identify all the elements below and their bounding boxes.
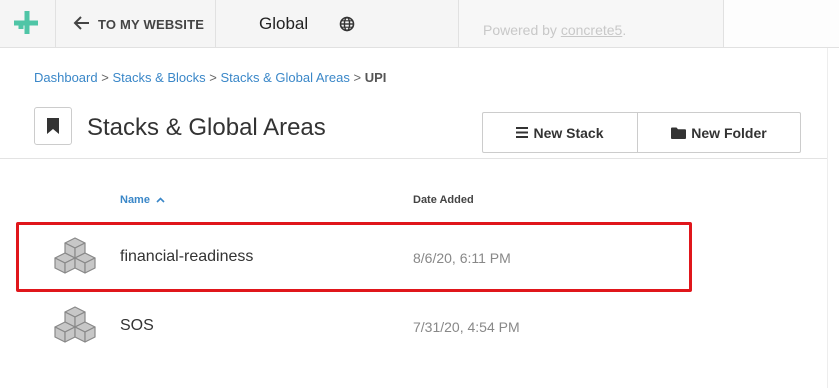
concrete5-link[interactable]: concrete5 [561,22,622,38]
new-stack-label: New Stack [533,124,604,141]
scrollbar-track[interactable] [827,48,839,388]
breadcrumb-dashboard[interactable]: Dashboard [34,70,98,85]
toolbar-right-area [724,0,839,47]
header-divider [0,158,827,159]
table-row[interactable]: SOS 7/31/20, 4:54 PM [0,291,827,359]
column-header-name[interactable]: Name [120,194,165,206]
breadcrumb-stacks-global-areas[interactable]: Stacks & Global Areas [221,70,350,85]
header-actions: New Stack New Folder [482,112,801,153]
powered-by-suffix: . [622,22,627,38]
globe-icon [339,16,355,32]
to-my-website-button[interactable]: TO MY WEBSITE [56,0,216,47]
column-header-name-label: Name [120,194,150,206]
bookmark-icon [47,118,59,134]
plus-logo-icon [14,11,38,34]
powered-by-prefix: Powered by [483,22,561,38]
concrete5-logo[interactable] [0,0,56,47]
stack-name[interactable]: financial-readiness [120,248,253,266]
folder-icon [671,127,687,139]
list-icon [516,127,529,138]
breadcrumb-separator: > [209,70,217,85]
to-my-website-label: TO MY WEBSITE [98,17,205,32]
breadcrumb-separator: > [101,70,109,85]
powered-by-text: Powered by concrete5. [483,22,626,38]
new-folder-label: New Folder [691,124,767,141]
powered-by: Powered by concrete5. [458,0,724,47]
column-header-date-added[interactable]: Date Added [413,194,474,206]
table-row[interactable]: financial-readiness 8/6/20, 6:11 PM [0,222,827,290]
new-folder-button[interactable]: New Folder [638,113,800,152]
site-selector[interactable]: Global [216,0,376,47]
stack-cubes-icon [54,237,96,274]
breadcrumb-current: UPI [364,70,387,85]
bookmark-button[interactable] [34,107,72,145]
stack-date-added: 7/31/20, 4:54 PM [413,319,520,335]
site-title: Global [259,14,309,33]
top-toolbar: TO MY WEBSITE Global Powered by concrete… [0,0,839,48]
page-title: Stacks & Global Areas [87,114,326,141]
arrow-left-icon [73,16,89,30]
new-stack-button[interactable]: New Stack [483,113,638,152]
breadcrumb-separator: > [353,70,362,85]
breadcrumb: Dashboard > Stacks & Blocks > Stacks & G… [34,70,386,85]
stack-cubes-icon [54,306,96,343]
stack-date-added: 8/6/20, 6:11 PM [413,250,511,266]
sort-ascending-icon [156,197,165,203]
breadcrumb-stacks-blocks[interactable]: Stacks & Blocks [112,70,205,85]
stack-name[interactable]: SOS [120,317,154,335]
